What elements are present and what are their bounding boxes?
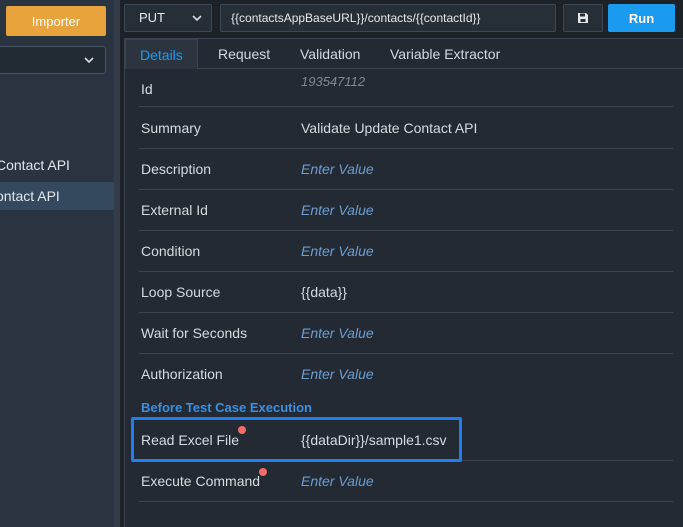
- description-field[interactable]: Enter Value: [301, 161, 374, 177]
- read-excel-file-highlight: [131, 417, 462, 462]
- sidebar-select[interactable]: [0, 46, 106, 74]
- url-input[interactable]: {{contactsAppBaseURL}}/contacts/{{contac…: [220, 4, 556, 32]
- required-dot-icon: [259, 468, 267, 476]
- before-test-case-heading: Before Test Case Execution: [141, 400, 312, 415]
- wait-for-seconds-field[interactable]: Enter Value: [301, 325, 374, 341]
- summary-row[interactable]: Summary Validate Update Contact API: [139, 108, 673, 149]
- run-button[interactable]: Run: [608, 4, 675, 32]
- sidebar-item-label: ontact API: [0, 188, 60, 204]
- external-id-row[interactable]: External Id Enter Value: [139, 190, 673, 231]
- condition-label: Condition: [141, 243, 201, 259]
- sidebar-item-label: Contact API: [0, 157, 70, 173]
- tab-details[interactable]: Details: [125, 39, 198, 69]
- tab-bar: Details Request Validation Variable Extr…: [125, 39, 683, 69]
- id-row: Id 193547112: [139, 70, 673, 107]
- tab-variable-extractor[interactable]: Variable Extractor: [376, 39, 514, 69]
- chevron-down-icon: [84, 57, 94, 64]
- loop-source-label: Loop Source: [141, 284, 221, 300]
- sidebar-item-contact-api-active[interactable]: ontact API: [0, 182, 114, 210]
- description-row[interactable]: Description Enter Value: [139, 149, 673, 190]
- loop-source-field[interactable]: {{data}}: [301, 284, 347, 300]
- authorization-field[interactable]: Enter Value: [301, 366, 374, 382]
- sidebar-item-contact-api[interactable]: Contact API: [0, 151, 114, 179]
- request-bar: PUT {{contactsAppBaseURL}}/contacts/{{co…: [120, 0, 683, 38]
- authorization-row[interactable]: Authorization Enter Value: [139, 354, 673, 395]
- loop-source-row[interactable]: Loop Source {{data}}: [139, 272, 673, 313]
- external-id-label: External Id: [141, 202, 208, 218]
- importer-button[interactable]: Importer: [6, 6, 106, 36]
- condition-field[interactable]: Enter Value: [301, 243, 374, 259]
- tab-validation[interactable]: Validation: [286, 39, 374, 69]
- sidebar: Importer Contact API ontact API: [0, 0, 114, 527]
- wait-for-seconds-label: Wait for Seconds: [141, 325, 248, 341]
- external-id-field[interactable]: Enter Value: [301, 202, 374, 218]
- execute-command-field[interactable]: Enter Value: [301, 473, 374, 489]
- method-value: PUT: [139, 10, 165, 25]
- description-label: Description: [141, 161, 212, 177]
- condition-row[interactable]: Condition Enter Value: [139, 231, 673, 272]
- save-icon: [578, 13, 588, 23]
- save-button[interactable]: [563, 4, 603, 32]
- summary-field[interactable]: Validate Update Contact API: [301, 120, 477, 136]
- tab-request[interactable]: Request: [204, 39, 284, 69]
- panel-splitter[interactable]: [114, 0, 120, 527]
- authorization-label: Authorization: [141, 366, 223, 382]
- id-value: 193547112: [301, 74, 366, 89]
- chevron-down-icon: [192, 15, 202, 22]
- summary-label: Summary: [141, 120, 201, 136]
- execute-command-row[interactable]: Execute Command Enter Value: [139, 461, 673, 502]
- method-select[interactable]: PUT: [124, 4, 212, 32]
- id-label: Id: [141, 81, 153, 97]
- execute-command-label: Execute Command: [141, 473, 261, 489]
- wait-for-seconds-row[interactable]: Wait for Seconds Enter Value: [139, 313, 673, 354]
